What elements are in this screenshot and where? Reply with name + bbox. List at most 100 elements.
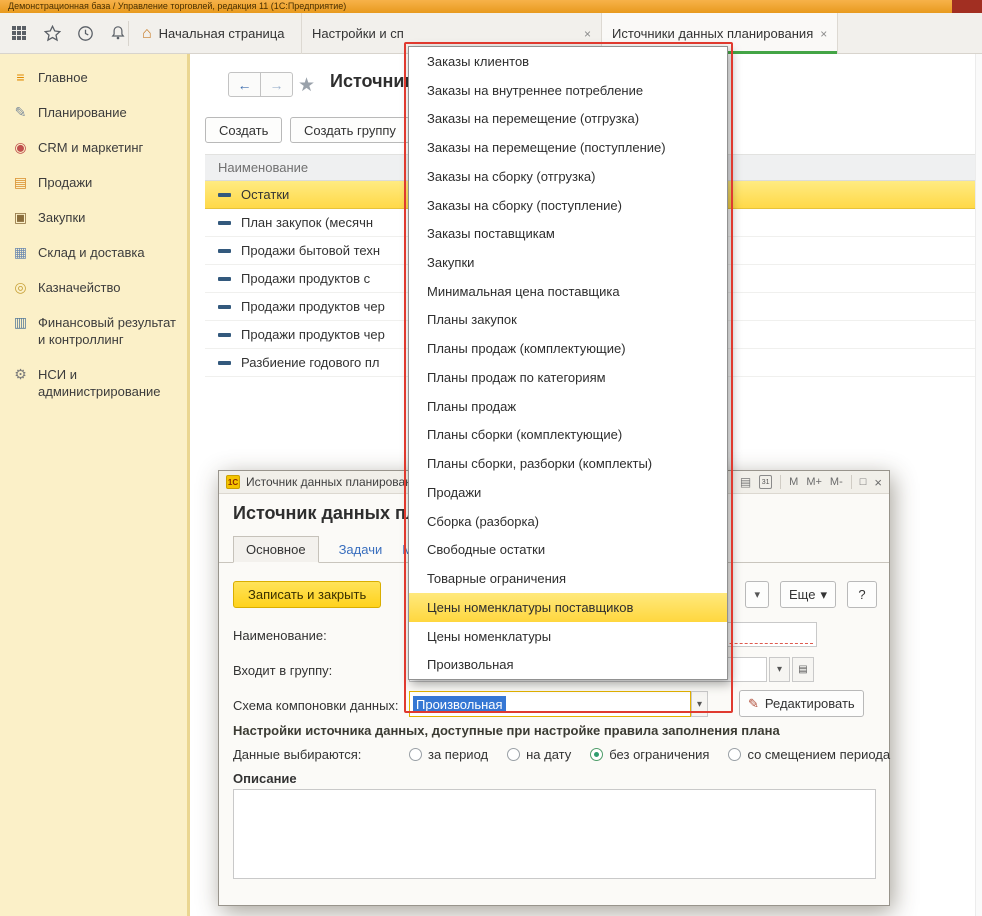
- dropdown-item[interactable]: Товарные ограничения: [409, 564, 727, 593]
- sidebar-item-label: Склад и доставка: [38, 244, 145, 261]
- service-menu-icon[interactable]: [8, 21, 30, 45]
- vertical-scrollbar[interactable]: [975, 54, 982, 916]
- data-source-icon: [218, 305, 231, 309]
- description-textarea[interactable]: [233, 789, 876, 879]
- dropdown-item[interactable]: Заказы на внутреннее потребление: [409, 76, 727, 105]
- sidebar-item-label: Закупки: [38, 209, 85, 226]
- radio-option-period[interactable]: за период: [409, 747, 488, 762]
- name-field-label: Наименование:: [233, 628, 327, 643]
- dropdown-item[interactable]: Свободные остатки: [409, 535, 727, 564]
- radio-option-date[interactable]: на дату: [507, 747, 571, 762]
- sidebar-item-admin[interactable]: НСИ и администрирование: [0, 357, 187, 409]
- dropdown-item[interactable]: Заказы на сборку (отгрузка): [409, 162, 727, 191]
- finance-icon: [12, 314, 29, 348]
- radio-option-period-shift[interactable]: со смещением периода: [728, 747, 890, 762]
- sidebar-item-sales[interactable]: Продажи: [0, 165, 187, 200]
- dropdown-item[interactable]: Планы продаж: [409, 392, 727, 421]
- dropdown-item[interactable]: Заказы поставщикам: [409, 219, 727, 248]
- dropdown-item[interactable]: Закупки: [409, 248, 727, 277]
- dropdown-item[interactable]: Заказы клиентов: [409, 47, 727, 76]
- favorites-star-icon[interactable]: [41, 21, 63, 45]
- dialog-close-button[interactable]: ×: [874, 475, 882, 490]
- header-separator: [851, 475, 852, 489]
- sidebar-item-finance[interactable]: Финансовый результат и контроллинг: [0, 305, 187, 357]
- tab-tasks[interactable]: Задачи: [339, 537, 383, 562]
- schema-field-label: Схема компоновки данных:: [233, 698, 399, 713]
- radio-icon: [728, 748, 741, 761]
- more-button[interactable]: Еще ▾: [780, 581, 836, 608]
- radio-icon: [507, 748, 520, 761]
- save-and-close-button[interactable]: Записать и закрыть: [233, 581, 381, 608]
- dropdown-item[interactable]: Планы сборки (комплектующие): [409, 421, 727, 450]
- tab-close-icon[interactable]: ×: [584, 27, 591, 41]
- sales-icon: [12, 174, 29, 191]
- app-window: Демонстрационная база / Управление торго…: [0, 0, 982, 916]
- calc-m-button[interactable]: M: [789, 476, 798, 488]
- calc-m-plus-button[interactable]: M+: [806, 476, 822, 488]
- dropdown-item[interactable]: Минимальная цена поставщика: [409, 277, 727, 306]
- window-close-button[interactable]: [952, 0, 982, 13]
- schema-dropdown-button[interactable]: ▾: [691, 691, 708, 717]
- calc-m-minus-button[interactable]: M-: [830, 476, 843, 488]
- dropdown-item[interactable]: Планы продаж (комплектующие): [409, 334, 727, 363]
- edit-button[interactable]: Редактировать: [739, 690, 864, 717]
- dropdown-item[interactable]: Произвольная: [409, 650, 727, 679]
- sidebar-item-crm[interactable]: CRM и маркетинг: [0, 130, 187, 165]
- dropdown-item-highlighted[interactable]: Цены номенклатуры поставщиков: [409, 593, 727, 622]
- row-label: План закупок (месячн: [241, 215, 373, 230]
- sidebar-item-warehouse[interactable]: Склад и доставка: [0, 235, 187, 270]
- sidebar-item-purchases[interactable]: Закупки: [0, 200, 187, 235]
- data-source-icon: [218, 193, 231, 197]
- dropdown-item[interactable]: Планы сборки, разборки (комплекты): [409, 449, 727, 478]
- data-selection-radio-group: Данные выбираются: за период на дату без…: [233, 747, 877, 762]
- sidebar-item-label: Планирование: [38, 104, 127, 121]
- favorite-star-icon[interactable]: ★: [298, 74, 315, 97]
- dropdown-item[interactable]: Цены номенклатуры: [409, 622, 727, 651]
- dropdown-item[interactable]: Заказы на перемещение (поступление): [409, 133, 727, 162]
- create-button[interactable]: Создать: [205, 117, 282, 143]
- sidebar-item-treasury[interactable]: Казначейство: [0, 270, 187, 305]
- sidebar-item-main[interactable]: Главное: [0, 60, 187, 95]
- window-title: Демонстрационная база / Управление торго…: [8, 1, 346, 11]
- help-button[interactable]: ?: [847, 581, 877, 608]
- dropdown-item[interactable]: Продажи: [409, 478, 727, 507]
- data-source-icon: [218, 277, 231, 281]
- dropdown-item[interactable]: Планы закупок: [409, 306, 727, 335]
- window-titlebar: Демонстрационная база / Управление торго…: [0, 0, 982, 13]
- row-label: Продажи продуктов чер: [241, 327, 385, 342]
- schema-combobox[interactable]: Произвольная: [409, 691, 691, 717]
- radio-selected-icon: [590, 748, 603, 761]
- forward-button[interactable]: →: [260, 72, 293, 97]
- edit-pencil-icon: [748, 696, 759, 712]
- 1c-logo-icon: 1С: [226, 475, 240, 489]
- tab-general[interactable]: Основное: [233, 536, 319, 563]
- toolbar-separator: [128, 21, 129, 46]
- dialog-restore-button[interactable]: □: [860, 476, 867, 488]
- notifications-bell-icon[interactable]: [107, 21, 129, 45]
- tab-close-icon[interactable]: ×: [820, 27, 827, 41]
- journal-icon[interactable]: [740, 475, 751, 489]
- data-source-icon: [218, 221, 231, 225]
- radio-label: на дату: [526, 747, 571, 762]
- radio-icon: [409, 748, 422, 761]
- split-dropdown-button[interactable]: ▾: [745, 581, 769, 608]
- row-label: Продажи продуктов с: [241, 271, 370, 286]
- data-source-icon: [218, 361, 231, 365]
- calendar-icon[interactable]: 31: [759, 475, 772, 489]
- group-open-button[interactable]: ▤: [792, 657, 814, 682]
- back-button[interactable]: ←: [228, 72, 261, 97]
- dropdown-item[interactable]: Планы продаж по категориям: [409, 363, 727, 392]
- dropdown-item[interactable]: Заказы на перемещение (отгрузка): [409, 104, 727, 133]
- dropdown-item[interactable]: Сборка (разборка): [409, 507, 727, 536]
- header-separator: [780, 475, 781, 489]
- sidebar-item-label: НСИ и администрирование: [38, 366, 181, 400]
- group-dropdown-button[interactable]: ▾: [769, 657, 790, 682]
- sidebar-item-planning[interactable]: Планирование: [0, 95, 187, 130]
- data-source-icon: [218, 333, 231, 337]
- create-group-button[interactable]: Создать группу: [290, 117, 410, 143]
- data-selection-label: Данные выбираются:: [233, 747, 409, 762]
- radio-option-no-limit[interactable]: без ограничения: [590, 747, 709, 762]
- dropdown-item[interactable]: Заказы на сборку (поступление): [409, 191, 727, 220]
- history-icon[interactable]: [74, 21, 96, 45]
- tab-home[interactable]: Начальная страница: [132, 13, 302, 54]
